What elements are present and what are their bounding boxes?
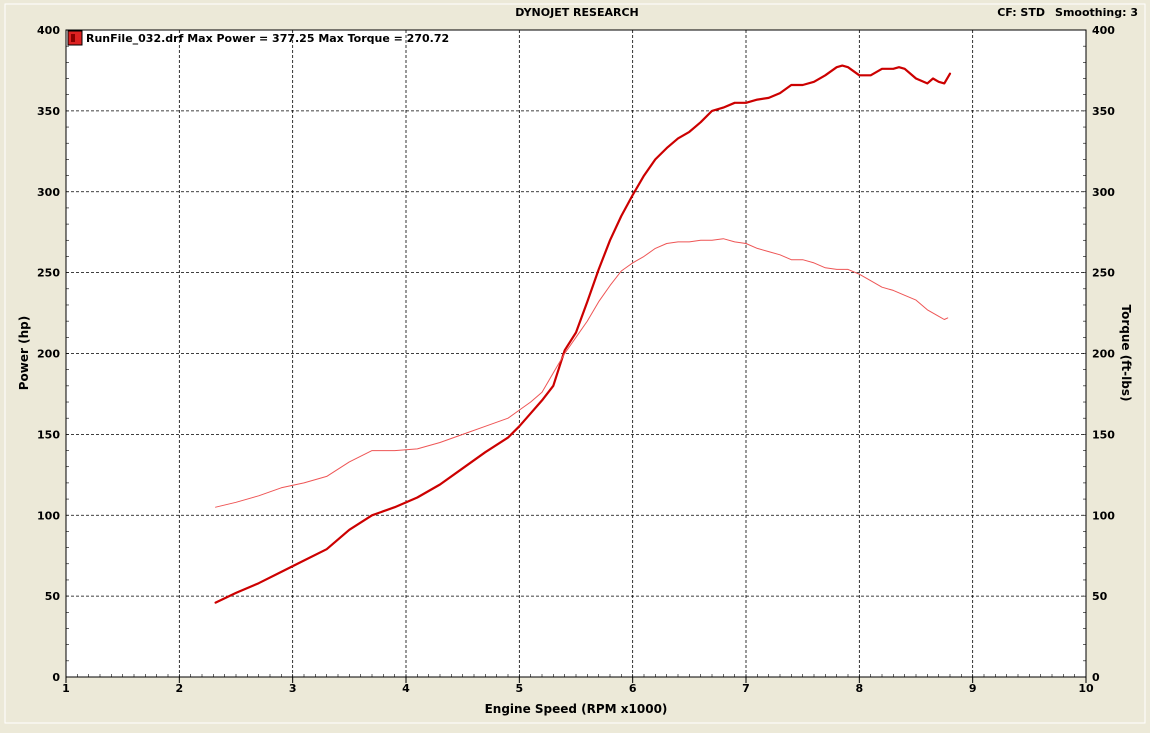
y-tick-label: 200: [37, 348, 60, 361]
dyno-window: 1 2 3 4 5 6 7 8 9 10 0 50 100 150 200 250 300 350 400 0 50…: [0, 0, 1150, 729]
y-tick-labels: 0 50 100 150 200 250 300 350 400: [37, 24, 60, 684]
x-tick-labels: 1 2 3 4 5 6 7 8 9 10: [62, 682, 1094, 695]
dyno-chart: 1 2 3 4 5 6 7 8 9 10 050100150200250300350400 050…: [4, 3, 1146, 724]
y-axis-title: Power (hp): [17, 316, 31, 390]
x-axis-title: Engine Speed (RPM x1000): [485, 702, 668, 716]
y2-tick-label: 400: [1092, 24, 1115, 37]
y2-tick-label: 200: [1092, 348, 1115, 361]
y2-axis-title: Torque (ft-lbs): [1119, 305, 1133, 402]
x-tick-label: 8: [856, 682, 864, 695]
cf-label: CF: STD: [997, 6, 1045, 19]
y-tick-label: 400: [37, 24, 60, 37]
y2-tick-labels: 0 50 100 150 200 250 300 350 400: [1092, 24, 1115, 684]
y-tick-label: 350: [37, 105, 60, 118]
y-tick-label: 150: [37, 428, 60, 441]
x-tick-label: 4: [402, 682, 410, 695]
y-tick-label: 100: [37, 509, 60, 522]
y2-tick-label: 100: [1092, 509, 1115, 522]
y-tick-label: 250: [37, 267, 60, 280]
y2-tick-label: 150: [1092, 428, 1115, 441]
legend-entry: RunFile_032.drf Max Power = 377.25 Max T…: [86, 32, 449, 45]
legend-swatch-marker: [71, 34, 75, 42]
x-tick-label: 3: [289, 682, 297, 695]
chart-header-title: DYNOJET RESEARCH: [515, 6, 638, 19]
y2-tick-label: 0: [1092, 671, 1100, 684]
y2-tick-label: 350: [1092, 105, 1115, 118]
x-tick-label: 9: [969, 682, 977, 695]
x-tick-label: 6: [629, 682, 637, 695]
y-tick-label: 50: [45, 590, 61, 603]
y-tick-label: 0: [52, 671, 60, 684]
x-tick-label: 5: [516, 682, 524, 695]
y2-tick-label: 250: [1092, 267, 1115, 280]
x-tick-label: 7: [742, 682, 750, 695]
y-tick-label: 300: [37, 186, 60, 199]
x-tick-label: 1: [62, 682, 70, 695]
y2-tick-label: 50: [1092, 590, 1108, 603]
y2-tick-label: 300: [1092, 186, 1115, 199]
x-tick-label: 2: [176, 682, 184, 695]
legend[interactable]: RunFile_032.drf Max Power = 377.25 Max T…: [67, 30, 449, 46]
smoothing-label: Smoothing: 3: [1055, 6, 1138, 19]
